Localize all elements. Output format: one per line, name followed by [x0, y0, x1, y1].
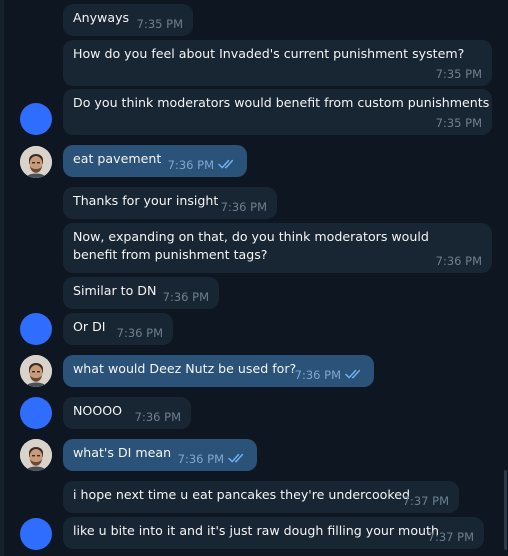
message-time: 7:36 PM	[134, 410, 181, 424]
message-incoming[interactable]: Similar to DN 7:36 PM	[63, 277, 219, 309]
message-incoming[interactable]: Thanks for your insight 7:36 PM	[63, 187, 277, 219]
contact-avatar[interactable]	[20, 397, 52, 429]
message-incoming[interactable]: like u bite into it and it's just raw do…	[63, 517, 484, 549]
message-time: 7:37 PM	[402, 494, 449, 508]
scrollbar[interactable]	[504, 0, 508, 556]
message-time: 7:36 PM	[162, 290, 209, 304]
message-text: How do you feel about Invaded's current …	[73, 46, 465, 61]
double-check-icon	[228, 453, 244, 463]
message-time: 7:36 PM	[167, 158, 214, 172]
message-incoming[interactable]: NOOOO 7:36 PM	[63, 397, 191, 429]
message-time: 7:37 PM	[427, 530, 474, 544]
message-incoming[interactable]: Do you think moderators would benefit fr…	[63, 89, 492, 135]
user-photo-avatar[interactable]	[20, 355, 52, 387]
contact-avatar[interactable]	[20, 313, 52, 345]
message-outgoing[interactable]: what would Deez Nutz be used for? 7:36 P…	[63, 355, 374, 387]
message-text: Do you think moderators would benefit fr…	[73, 95, 490, 110]
message-incoming[interactable]: How do you feel about Invaded's current …	[63, 40, 492, 86]
double-check-icon	[345, 369, 361, 379]
message-time: 7:36 PM	[435, 254, 482, 268]
message-time: 7:36 PM	[116, 326, 163, 340]
message-time: 7:36 PM	[294, 368, 341, 382]
user-photo-avatar[interactable]	[20, 146, 52, 178]
message-outgoing[interactable]: what's DI mean 7:36 PM	[63, 439, 257, 471]
chat-list-edge	[0, 0, 4, 556]
person-photo-icon	[20, 355, 52, 387]
message-incoming[interactable]: Or DI 7:36 PM	[63, 313, 173, 345]
user-photo-avatar[interactable]	[20, 439, 52, 471]
message-text: like u bite into it and it's just raw do…	[73, 523, 439, 538]
scrollbar-thumb[interactable]	[504, 470, 507, 550]
message-outgoing[interactable]: eat pavement 7:36 PM	[63, 145, 247, 177]
message-time: 7:36 PM	[177, 452, 224, 466]
message-time: 7:35 PM	[136, 17, 183, 31]
person-photo-icon	[20, 146, 52, 178]
message-time: 7:35 PM	[435, 116, 482, 130]
message-text: Now, expanding on that, do you think mod…	[73, 229, 429, 262]
message-time: 7:36 PM	[220, 200, 267, 214]
message-time: 7:35 PM	[435, 67, 482, 81]
person-photo-icon	[20, 439, 52, 471]
message-incoming[interactable]: Now, expanding on that, do you think mod…	[63, 223, 492, 273]
message-incoming[interactable]: Anyways 7:35 PM	[63, 4, 193, 36]
message-text: i hope next time u eat pancakes they're …	[73, 487, 410, 502]
message-incoming[interactable]: i hope next time u eat pancakes they're …	[63, 481, 459, 513]
contact-avatar[interactable]	[20, 518, 52, 550]
double-check-icon	[218, 159, 234, 169]
contact-avatar[interactable]	[20, 103, 52, 135]
